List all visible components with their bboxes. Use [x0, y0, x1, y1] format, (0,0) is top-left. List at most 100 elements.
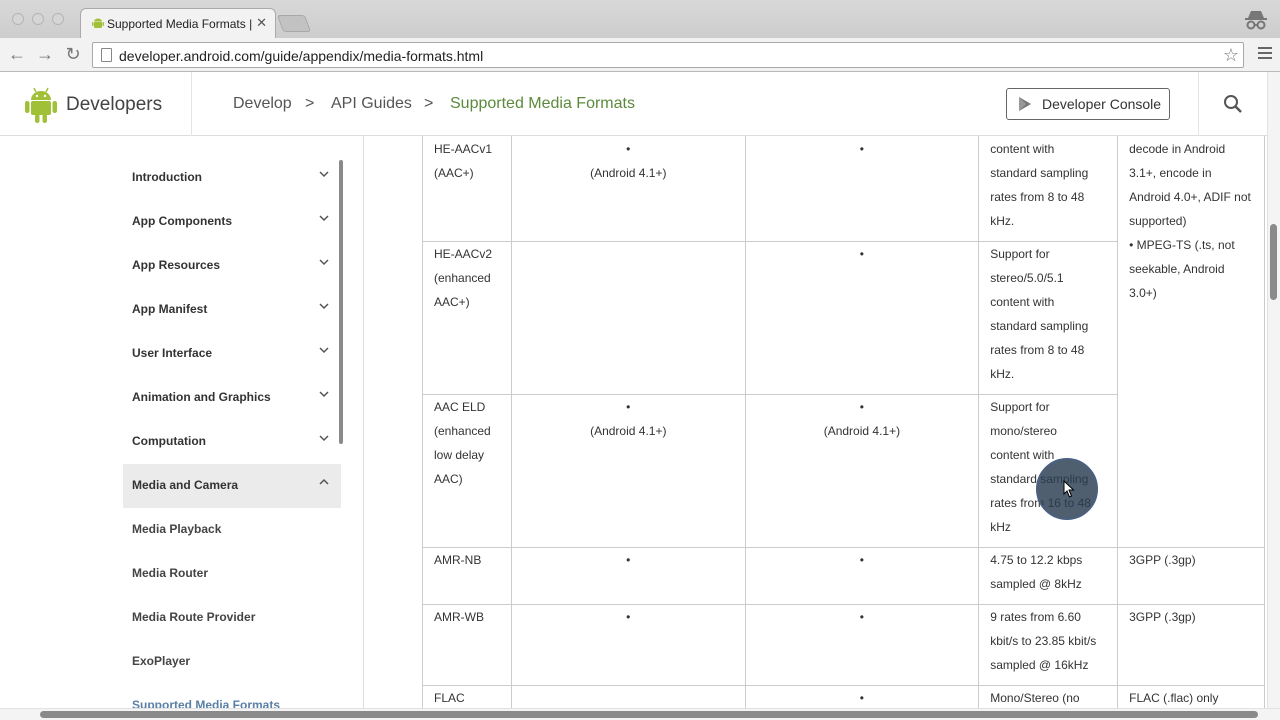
page-vertical-scrollbar-thumb[interactable] [1270, 224, 1277, 300]
cell-line: (enhanced [434, 424, 491, 438]
chevron-down-icon[interactable] [319, 213, 329, 223]
encoder-cell: • (Android 4.1+) [510, 136, 746, 242]
format-cell: AMR-WB [422, 604, 512, 686]
address-bar[interactable]: developer.android.com/guide/appendix/med… [92, 42, 1244, 68]
cell-line: 3GPP (.3gp) [1129, 610, 1196, 624]
decoder-cell: • [744, 241, 980, 395]
cell-line: • [859, 142, 864, 156]
developer-console-button[interactable]: Developer Console [1006, 88, 1170, 120]
cell-line: AMR-NB [434, 553, 482, 567]
sidebar-item-introduction[interactable]: Introduction [123, 156, 341, 200]
sidebar-scrollbar[interactable] [339, 160, 343, 444]
sidebar-item-label: User Interface [132, 346, 213, 360]
new-tab-button[interactable] [276, 15, 312, 32]
cell-line: • [859, 553, 864, 567]
back-icon[interactable]: ← [6, 44, 28, 64]
cell-line: mono/stereo [990, 424, 1057, 438]
breadcrumb-api-guides[interactable]: API Guides [331, 95, 412, 113]
tab-close-icon[interactable]: ✕ [256, 15, 267, 31]
breadcrumb-current-page[interactable]: Supported Media Formats [450, 95, 635, 113]
page-horizontal-scrollbar-thumb[interactable] [40, 711, 1258, 718]
cell-line: standard sampling [990, 319, 1089, 333]
sidebar-item-media-and-camera[interactable]: Media and Camera [123, 464, 341, 508]
bookmark-star-icon[interactable]: ☆ [1223, 45, 1239, 66]
cell-line: low delay [434, 448, 485, 462]
cell-line: content with [990, 295, 1055, 309]
reload-icon[interactable]: ↻ [62, 44, 84, 64]
sidebar-item-app-components[interactable]: App Components [123, 200, 341, 244]
container-cell: 3GPP (.3gp) [1117, 604, 1265, 686]
chevron-down-icon[interactable] [319, 389, 329, 399]
sidebar-item-animation-and-graphics[interactable]: Animation and Graphics [123, 376, 341, 420]
chevron-up-icon[interactable] [319, 477, 329, 487]
url-text[interactable]: developer.android.com/guide/appendix/med… [119, 48, 483, 64]
encoder-cell [510, 241, 746, 395]
sidebar-item-label: ExoPlayer [132, 654, 191, 668]
decoder-cell: • [744, 547, 980, 605]
cell-line: kbit/s to 23.85 kbit/s [990, 634, 1097, 648]
forward-icon[interactable]: → [34, 44, 56, 64]
cell-line: AAC ELD [434, 400, 486, 414]
details-cell: 9 rates from 6.60 kbit/s to 23.85 kbit/s s… [978, 604, 1119, 686]
cell-line: 4.75 to 12.2 kbps [990, 553, 1083, 567]
cell-line: standard sampling [990, 166, 1089, 180]
cell-line: (Android 4.1+) [590, 166, 667, 180]
container-cell: • ADTS raw AAC (.aac,decode in Android3.… [1117, 136, 1265, 548]
chevron-down-icon[interactable] [319, 433, 329, 443]
logo-link[interactable]: Developers [0, 72, 192, 136]
browser-tab[interactable]: Supported Media Formats | ✕ [80, 8, 276, 38]
cell-line: • [859, 691, 864, 705]
chevron-down-icon[interactable] [319, 301, 329, 311]
encoder-cell: • [510, 604, 746, 686]
details-cell: Mono/Stereo (no [978, 685, 1119, 708]
sidebar-item-label: Media Playback [132, 522, 222, 536]
page-vertical-scrollbar[interactable] [1267, 72, 1280, 708]
cell-line: (Android 4.1+) [590, 424, 667, 438]
chevron-down-icon[interactable] [319, 345, 329, 355]
search-button[interactable] [1198, 72, 1267, 136]
cell-line: • [626, 142, 631, 156]
sidebar-item-computation[interactable]: Computation [123, 420, 341, 464]
cell-line: AAC) [434, 472, 463, 486]
sidebar-item-label: Media Router [132, 566, 209, 580]
sidebar-item-media-router[interactable]: Media Router [123, 552, 341, 596]
sidebar-item-user-interface[interactable]: User Interface [123, 332, 341, 376]
mouse-cursor-icon [1063, 480, 1075, 498]
cell-line: stereo/5.0/5.1 [990, 271, 1064, 285]
decoder-cell: • [744, 685, 980, 708]
minimize-window-button[interactable] [32, 13, 44, 25]
browser-menu-icon[interactable] [1258, 47, 1272, 61]
sidebar-item-app-resources[interactable]: App Resources [123, 244, 341, 288]
sidebar-item-app-manifest[interactable]: App Manifest [123, 288, 341, 332]
format-cell: FLAC [422, 685, 512, 708]
sidebar-item-media-route-provider[interactable]: Media Route Provider [123, 596, 341, 640]
cell-line: (enhanced [434, 271, 491, 285]
cell-line: • [859, 610, 864, 624]
cell-line: rates from 8 to 48 [990, 343, 1085, 357]
brand-name: Developers [66, 94, 163, 115]
cell-line: kHz [990, 520, 1011, 534]
cell-line: kHz. [990, 214, 1015, 228]
sidebar-item-supported-media-formats[interactable]: Supported Media Formats [123, 684, 341, 708]
breadcrumb-separator: > [424, 95, 434, 112]
sidebar-item-label: App Components [132, 214, 232, 228]
zoom-window-button[interactable] [52, 13, 64, 25]
cell-line: 3GPP (.3gp) [1129, 553, 1196, 567]
chevron-down-icon[interactable] [319, 169, 329, 179]
sidebar-item-exoplayer[interactable]: ExoPlayer [123, 640, 341, 684]
cell-line: 9 rates from 6.60 [990, 610, 1081, 624]
breadcrumb-develop[interactable]: Develop [233, 95, 292, 113]
format-cell: HE-AACv1 (AAC+) [422, 136, 512, 242]
cell-line: AMR-WB [434, 610, 484, 624]
cell-line: sampled @ 16kHz [990, 658, 1089, 672]
content-divider [363, 136, 364, 708]
cell-line: HE-AACv2 [434, 247, 493, 261]
cell-line: • [626, 610, 631, 624]
chevron-down-icon[interactable] [319, 257, 329, 267]
container-cell: 3GPP (.3gp) [1117, 547, 1265, 605]
table-row: HE-AACv1 (AAC+) • (Android 4.1+) • content… [422, 136, 1265, 548]
close-window-button[interactable] [12, 13, 24, 25]
sidebar-item-media-playback[interactable]: Media Playback [123, 508, 341, 552]
cell-line: seekable, Android [1129, 262, 1225, 276]
details-cell: 4.75 to 12.2 kbps sampled @ 8kHz [978, 547, 1119, 605]
